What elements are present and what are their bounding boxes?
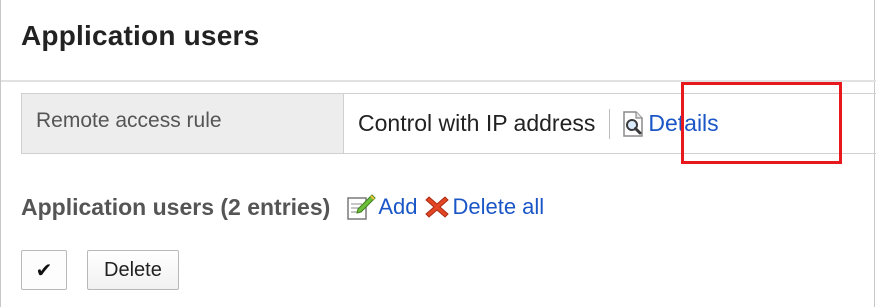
- delete-all-link[interactable]: Delete all: [425, 194, 544, 220]
- page-title: Application users: [21, 20, 260, 51]
- users-section-heading: Application users (2 entries) Add Delete…: [21, 193, 552, 221]
- add-edit-icon: [347, 194, 377, 220]
- section-title: Application users (2 entries): [21, 193, 331, 220]
- magnifier-document-icon: [623, 110, 644, 137]
- remote-access-label: Remote access rule: [22, 94, 344, 153]
- add-link-label[interactable]: Add: [378, 194, 417, 220]
- checkmark-icon: ✔: [35, 259, 53, 282]
- delete-button[interactable]: Delete: [87, 250, 179, 290]
- list-controls: ✔ Delete: [21, 250, 179, 290]
- select-all-button[interactable]: ✔: [21, 250, 67, 290]
- details-highlight-box: [681, 82, 842, 164]
- add-link[interactable]: Add: [346, 193, 417, 221]
- remote-access-value: Control with IP address: [358, 110, 596, 136]
- red-x-icon: [425, 196, 450, 218]
- app-frame: Application users Remote access rule Con…: [0, 0, 876, 307]
- delete-button-label: Delete: [104, 258, 162, 281]
- value-separator: [609, 108, 611, 139]
- delete-all-label[interactable]: Delete all: [452, 194, 544, 220]
